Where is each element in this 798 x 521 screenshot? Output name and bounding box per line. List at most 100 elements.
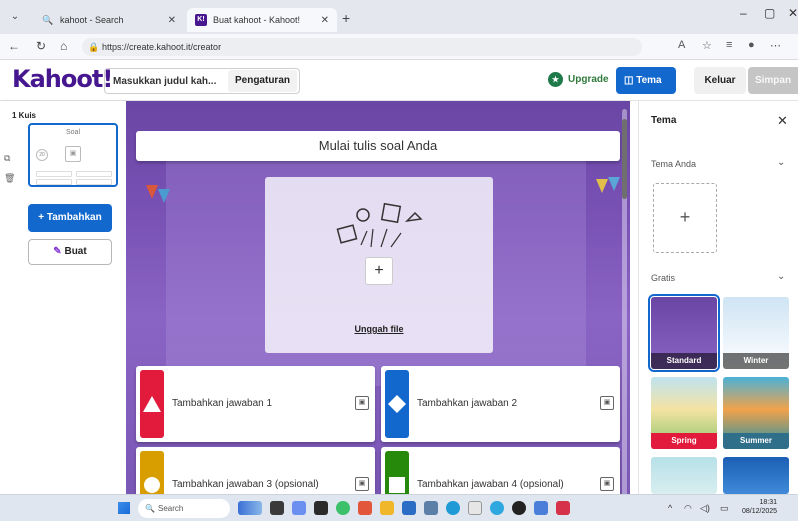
url-input[interactable]: 🔒 https://create.kahoot.it/creator xyxy=(82,38,642,56)
favorites-icon[interactable]: ≡ xyxy=(726,39,732,51)
browser-tab-search[interactable]: 🔍 kahoot - Search ✕ xyxy=(34,8,184,32)
app-icon[interactable] xyxy=(358,501,372,515)
theme-thumbnail[interactable] xyxy=(651,457,717,494)
answer-image-icon[interactable]: ▣ xyxy=(355,396,369,410)
app-icon[interactable] xyxy=(512,501,526,515)
upgrade-button[interactable]: ★ Upgrade xyxy=(548,72,609,87)
restore-icon[interactable]: ▢ xyxy=(764,6,775,20)
profile-icon[interactable]: ● xyxy=(748,39,755,51)
back-icon[interactable]: ← xyxy=(8,39,20,53)
app-icon[interactable] xyxy=(424,501,438,515)
add-question-button[interactable]: + Tambahkan xyxy=(28,204,112,232)
answer-1-placeholder[interactable]: Tambahkan jawaban 1 xyxy=(172,366,272,442)
triangle-icon xyxy=(143,396,161,412)
upload-file-link[interactable]: Unggah file xyxy=(265,324,493,334)
title-placeholder[interactable]: Masukkan judul kah... xyxy=(105,76,228,87)
favorite-star-icon[interactable]: ☆ xyxy=(702,39,712,52)
app-icon[interactable] xyxy=(490,501,504,515)
battery-icon[interactable]: ▭ xyxy=(720,503,729,514)
theme-button[interactable]: ◫ Tema xyxy=(616,67,676,94)
answer-image-icon[interactable]: ▣ xyxy=(355,477,369,491)
answer-3-field[interactable]: Tambahkan jawaban 3 (opsional) ▣ xyxy=(136,447,375,494)
app-icon[interactable] xyxy=(556,501,570,515)
answer-4-placeholder[interactable]: Tambahkan jawaban 4 (opsional) xyxy=(417,447,564,494)
app-icon[interactable] xyxy=(336,501,350,515)
taskbar-clock[interactable]: 18:31 08/12/2025 xyxy=(742,498,777,516)
app-icon[interactable] xyxy=(534,501,548,515)
lock-icon: 🔒 xyxy=(88,42,100,52)
address-bar-row: ← ↻ ⌂ 🔒 https://create.kahoot.it/creator… xyxy=(0,34,798,60)
answer-1-field[interactable]: Tambahkan jawaban 1 ▣ xyxy=(136,366,375,442)
app-icon[interactable] xyxy=(468,501,482,515)
close-window-icon[interactable]: ✕ xyxy=(788,6,798,20)
app-icon[interactable] xyxy=(292,501,306,515)
timer-icon: 20 xyxy=(36,149,48,161)
answer-line xyxy=(36,179,72,185)
media-upload-area[interactable]: + Unggah file xyxy=(265,177,493,353)
delete-icon[interactable]: 🗑 xyxy=(4,173,15,184)
file-explorer-icon[interactable] xyxy=(380,501,394,515)
settings-button[interactable]: Pengaturan xyxy=(227,70,297,92)
tab-actions-icon[interactable]: ⌄ xyxy=(6,8,24,26)
taskbar-search-placeholder: Search xyxy=(158,504,184,513)
answer-2-placeholder[interactable]: Tambahkan jawaban 2 xyxy=(417,366,517,442)
theme-spring[interactable]: Spring xyxy=(651,377,717,449)
canvas-scrollbar[interactable] xyxy=(622,109,627,494)
theme-panel-title: Tema xyxy=(651,115,677,126)
answer-image-icon[interactable]: ▣ xyxy=(600,396,614,410)
clock-time: 18:31 xyxy=(759,499,778,506)
slide-title: Soal xyxy=(65,129,80,136)
chevron-down-icon[interactable]: ⌄ xyxy=(777,157,785,168)
show-hidden-icons-icon[interactable]: ^ xyxy=(668,503,672,513)
image-placeholder-icon: ▣ xyxy=(65,146,81,162)
answer-2-field[interactable]: Tambahkan jawaban 2 ▣ xyxy=(381,366,620,442)
duplicate-icon[interactable]: ⧉ xyxy=(4,153,10,164)
theme-thumbnail[interactable] xyxy=(723,457,789,494)
more-icon[interactable]: ⋯ xyxy=(770,39,781,52)
scrollbar-thumb[interactable] xyxy=(622,119,627,199)
chevron-down-icon[interactable]: ⌄ xyxy=(777,271,785,282)
kahoot-logo[interactable]: Kahoot! xyxy=(12,65,113,93)
bunting-flag xyxy=(146,185,158,199)
save-button[interactable]: Simpan xyxy=(748,67,798,94)
exit-button[interactable]: Keluar xyxy=(694,67,746,94)
wifi-icon[interactable]: ◠ xyxy=(684,503,692,514)
new-tab-icon[interactable]: + xyxy=(342,10,350,26)
task-view-icon[interactable] xyxy=(270,501,284,515)
minimize-icon[interactable]: – xyxy=(740,6,747,20)
create-button[interactable]: ✎ Buat xyxy=(28,239,112,265)
add-theme-button[interactable]: + xyxy=(653,183,717,253)
edge-browser-icon[interactable] xyxy=(446,501,460,515)
kahoot-title-field[interactable]: Masukkan judul kah... Pengaturan xyxy=(104,68,300,94)
app-icon[interactable] xyxy=(402,501,416,515)
answer-3-placeholder[interactable]: Tambahkan jawaban 3 (opsional) xyxy=(172,447,319,494)
bunting-flag xyxy=(596,179,608,193)
free-themes-heading[interactable]: Gratis xyxy=(651,273,675,283)
close-tab-icon[interactable]: ✕ xyxy=(168,15,176,26)
slide-thumbnail[interactable]: Soal 20 ▣ xyxy=(28,123,118,187)
refresh-icon[interactable]: ↻ xyxy=(36,39,46,53)
theme-standard[interactable]: Standard xyxy=(648,294,720,372)
quiz-slide-label: 1 Kuis xyxy=(12,111,37,120)
theme-summer[interactable]: Summer xyxy=(723,377,789,449)
answer-image-icon[interactable]: ▣ xyxy=(600,477,614,491)
question-input[interactable]: Mulai tulis soal Anda xyxy=(136,131,620,161)
close-icon[interactable]: ✕ xyxy=(777,113,788,129)
home-icon[interactable]: ⌂ xyxy=(60,39,67,53)
browser-tab-kahoot[interactable]: K! Buat kahoot - Kahoot! ✕ xyxy=(187,8,337,32)
tab-title: Buat kahoot - Kahoot! xyxy=(213,15,301,25)
answer-4-field[interactable]: Tambahkan jawaban 4 (opsional) ▣ xyxy=(381,447,620,494)
read-aloud-icon[interactable]: A xyxy=(678,39,685,51)
add-media-button[interactable]: + xyxy=(365,257,393,285)
widgets-icon[interactable] xyxy=(238,501,262,515)
app-icon[interactable] xyxy=(314,501,328,515)
volume-icon[interactable]: ◁) xyxy=(700,503,710,514)
close-tab-icon[interactable]: ✕ xyxy=(321,15,329,26)
your-themes-heading[interactable]: Tema Anda xyxy=(651,159,696,169)
windows-start-icon[interactable] xyxy=(118,502,130,514)
theme-winter[interactable]: Winter xyxy=(723,297,789,369)
taskbar-search[interactable]: 🔍 Search xyxy=(138,499,230,518)
sparkle-icon: ✎ xyxy=(53,246,65,257)
answer-line xyxy=(76,171,112,177)
theme-name: Standard xyxy=(651,353,717,369)
